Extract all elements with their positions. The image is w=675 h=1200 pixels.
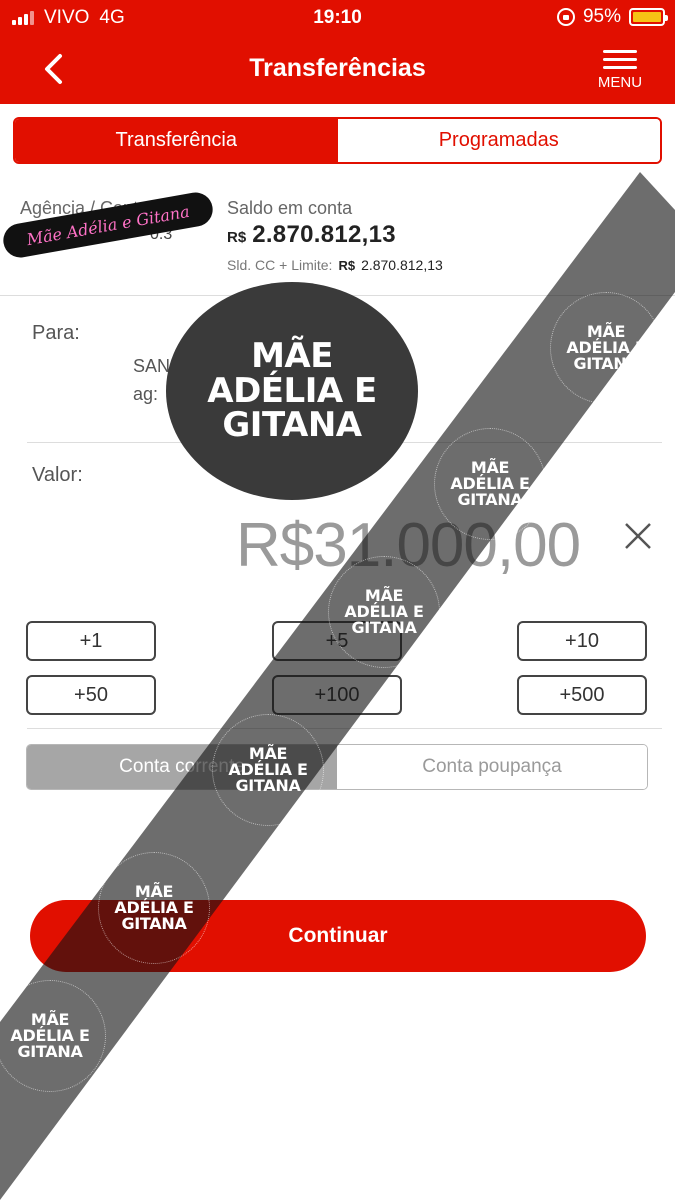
watermark-line: GITANA (457, 490, 523, 510)
status-bar: VIVO 4G 19:10 95% (0, 0, 675, 34)
watermark-stamp: MÃE ADÉLIA E GITANA (434, 428, 546, 540)
divider (27, 728, 662, 729)
hamburger-icon (603, 50, 637, 74)
watermark-line: GITANA (121, 914, 187, 934)
watermark-stamp: MÃE ADÉLIA E GITANA (0, 980, 106, 1092)
option-conta-poupanca[interactable]: Conta poupança (337, 745, 647, 789)
add-10-button[interactable]: +10 (517, 621, 647, 661)
watermark-stamp: MÃE ADÉLIA E GITANA (212, 714, 324, 826)
menu-label: MENU (597, 74, 643, 91)
balance-currency: R$ (227, 229, 247, 246)
watermark-line: GITANA (351, 618, 417, 638)
transfer-tabs: Transferência Programadas (13, 117, 662, 164)
rotation-lock-icon (556, 8, 575, 26)
menu-button[interactable]: MENU (595, 48, 645, 96)
watermark-line: GITANA (235, 776, 301, 796)
watermark-line: GITANA (573, 354, 639, 374)
amount-label: Valor: (32, 464, 83, 486)
add-500-button[interactable]: +500 (517, 675, 647, 715)
limit-currency: R$ (338, 258, 356, 273)
account-type-selector: Conta corrente Conta poupança (26, 744, 648, 790)
limit-value: 2.870.812,13 (361, 257, 443, 273)
status-right: 95% (556, 6, 668, 28)
add-1-button[interactable]: +1 (26, 621, 156, 661)
balance-label: Saldo em conta (227, 198, 353, 218)
watermark-line: ADÉLIA E (207, 370, 377, 411)
battery-icon (629, 8, 668, 26)
balance-row: R$ 2.870.812,13 (227, 221, 396, 249)
add-100-button[interactable]: +100 (272, 675, 402, 715)
limit-row: Sld. CC + Limite: R$ 2.870.812,13 (227, 257, 443, 273)
watermark-line: GITANA (17, 1042, 83, 1062)
limit-label: Sld. CC + Limite: (227, 257, 333, 273)
watermark-logo: MÃE ADÉLIA E GITANA (166, 282, 418, 500)
balance-value: 2.870.812,13 (252, 221, 396, 248)
page-title: Transferências (249, 54, 426, 82)
watermark-stamp: MÃE ADÉLIA E GITANA (98, 852, 210, 964)
recipient-name: SAN (133, 356, 171, 376)
add-50-button[interactable]: +50 (26, 675, 156, 715)
app-header: Transferências MENU (0, 34, 675, 104)
tab-programadas[interactable]: Programadas (337, 119, 660, 162)
watermark-stamp: MÃE ADÉLIA E GITANA (550, 292, 662, 404)
watermark-line: MÃE (251, 335, 333, 376)
watermark-line: GITANA (222, 405, 362, 446)
tab-transferencia[interactable]: Transferência (15, 119, 338, 162)
clear-icon[interactable] (620, 518, 656, 554)
recipient-label: Para: (32, 322, 80, 344)
battery-percent: 95% (582, 6, 621, 27)
watermark-stamp: MÃE ADÉLIA E GITANA (328, 556, 440, 668)
recipient-agency: ag: (133, 384, 159, 404)
